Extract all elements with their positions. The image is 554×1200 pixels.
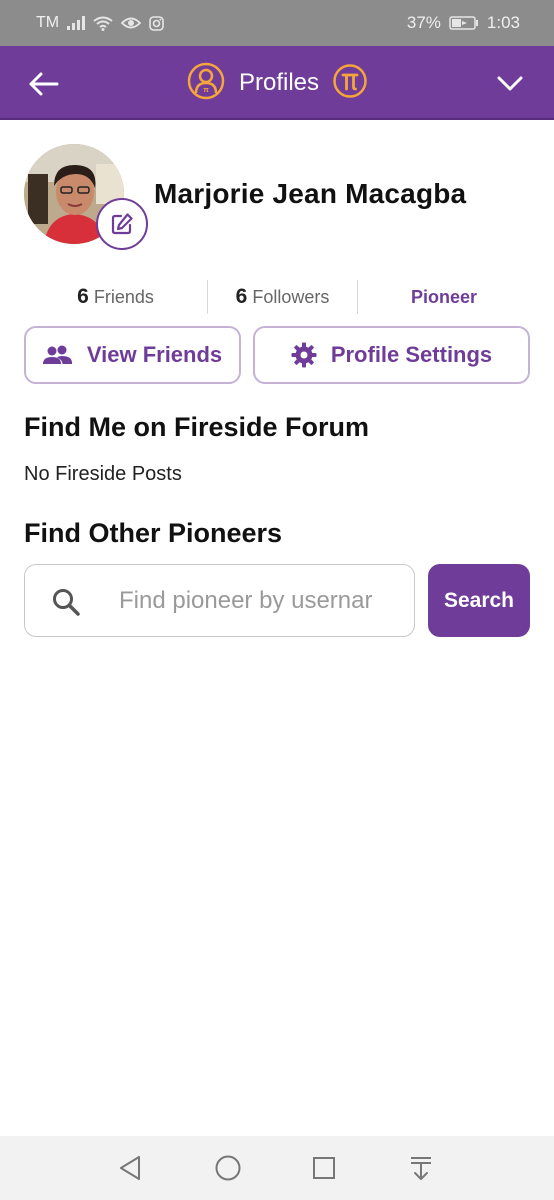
stat-role: Pioneer <box>358 280 530 314</box>
eye-icon <box>121 16 142 30</box>
pi-coin-icon[interactable] <box>333 63 367 103</box>
role-label: Pioneer <box>410 286 478 307</box>
people-icon <box>42 345 72 364</box>
wifi-icon <box>93 16 113 31</box>
nav-recents-button[interactable] <box>306 1150 342 1186</box>
svg-text:π: π <box>203 87 209 94</box>
find-pioneers-title: Find Other Pioneers <box>24 518 283 548</box>
profile-name: Marjorie Jean Macagba <box>154 178 467 209</box>
notification-pull-icon <box>411 1157 431 1180</box>
fireside-empty-text: No Fireside Posts <box>24 463 182 485</box>
carrier-label: TM <box>36 14 60 31</box>
home-circle-icon <box>215 1155 241 1181</box>
view-friends-button[interactable]: View Friends <box>24 326 241 384</box>
followers-label: Followers <box>252 286 330 307</box>
profile-settings-label: Profile Settings <box>330 342 493 367</box>
friends-label: Friends <box>93 286 154 307</box>
search-input[interactable] <box>119 575 409 627</box>
friends-count: 6 <box>77 285 89 308</box>
stats-row: 6 Friends 6 Followers Pioneer <box>24 280 530 314</box>
system-nav-bar <box>0 1136 554 1200</box>
stat-friends[interactable]: 6 Friends <box>24 280 208 314</box>
back-triangle-icon <box>120 1156 140 1180</box>
profile-block: Marjorie Jean Macagba <box>24 144 530 252</box>
nav-notifications-button[interactable] <box>403 1150 439 1186</box>
edit-avatar-button[interactable] <box>96 198 148 250</box>
search-button[interactable]: Search <box>428 564 530 637</box>
profile-settings-button[interactable]: Profile Settings <box>253 326 530 384</box>
back-arrow-icon <box>29 72 59 96</box>
view-friends-label: View Friends <box>86 342 223 367</box>
pencil-edit-icon <box>111 213 133 235</box>
recents-square-icon <box>313 1157 335 1179</box>
profile-circle-icon: π <box>187 62 225 105</box>
status-bar: TM 37% 1:03 <box>0 0 554 46</box>
search-box[interactable] <box>24 564 415 637</box>
header-dropdown-button[interactable] <box>490 64 530 104</box>
chevron-down-icon <box>497 76 523 91</box>
gear-icon <box>291 342 317 368</box>
clock: 1:03 <box>486 13 520 32</box>
battery-percent: 37% <box>406 13 441 32</box>
back-button[interactable] <box>24 64 64 104</box>
status-right: 37% 1:03 <box>407 0 520 46</box>
nav-back-button[interactable] <box>112 1150 148 1186</box>
fireside-section-title: Find Me on Fireside Forum <box>24 412 370 442</box>
app-header: π Profiles <box>0 46 554 120</box>
nav-home-button[interactable] <box>210 1150 246 1186</box>
status-left: TM <box>36 0 164 46</box>
header-title: Profiles <box>238 69 320 96</box>
signal-icon <box>67 16 86 30</box>
battery-icon <box>449 16 479 30</box>
followers-count: 6 <box>235 285 248 308</box>
header-center: π Profiles <box>0 46 554 120</box>
instagram-icon <box>149 15 164 31</box>
stat-followers[interactable]: 6 Followers <box>208 280 358 314</box>
search-icon <box>49 585 83 619</box>
